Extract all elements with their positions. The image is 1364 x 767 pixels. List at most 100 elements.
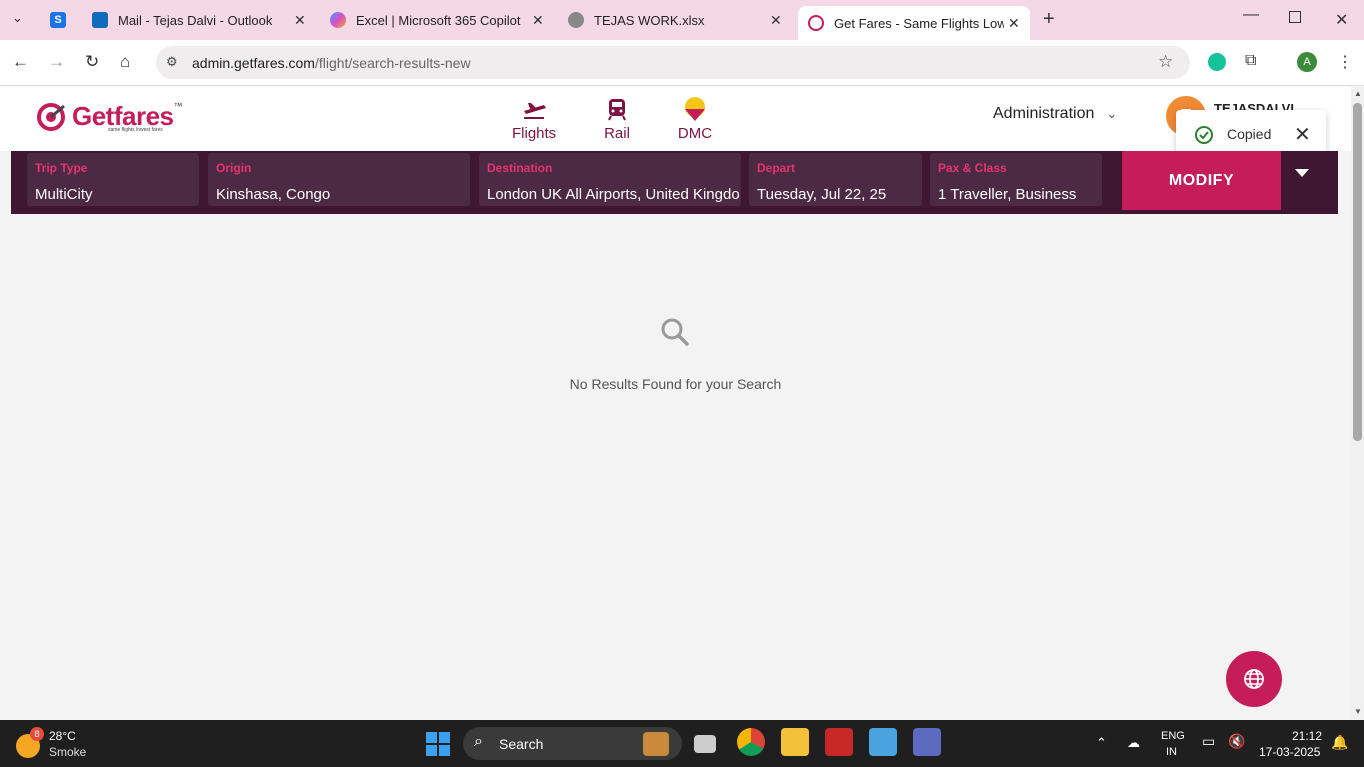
field-value: Tuesday, Jul 22, 25 <box>757 186 887 203</box>
bookmark-star-icon[interactable]: ☆ <box>1158 52 1173 72</box>
close-icon[interactable]: ✕ <box>1294 122 1311 147</box>
back-icon[interactable]: ← <box>12 52 29 72</box>
trip-type-field[interactable]: Trip Type MultiCity <box>27 153 199 206</box>
notifications-icon[interactable]: 🔔 <box>1331 734 1348 751</box>
minimize-icon[interactable]: — <box>1243 6 1259 24</box>
browser-tab-excel[interactable]: Excel | Microsoft 365 Copilot ✕ <box>330 0 552 40</box>
taskbar-search[interactable]: ⌕ Search <box>463 727 682 760</box>
close-window-icon[interactable]: ✕ <box>1335 10 1348 30</box>
profile-avatar[interactable]: A <box>1297 52 1317 72</box>
new-tab-icon[interactable]: + <box>1043 8 1055 31</box>
weather-condition: Smoke <box>49 745 87 759</box>
browser-tab-outlook[interactable]: Mail - Tejas Dalvi - Outlook ✕ <box>92 0 314 40</box>
destination-field[interactable]: Destination London UK All Airports, Unit… <box>479 153 741 206</box>
address-bar[interactable]: ⚙ admin.getfares.com/flight/search-resul… <box>156 46 1190 79</box>
s-icon: S <box>50 12 66 28</box>
field-label: Pax & Class <box>938 161 1007 175</box>
chevron-down-icon: ⌄ <box>1106 106 1118 121</box>
dmc-icon <box>685 97 705 121</box>
administration-label: Administration <box>993 105 1095 122</box>
weather-widget[interactable]: 8 28°C Smoke <box>16 727 86 759</box>
administration-menu[interactable]: Administration ⌄ <box>993 105 1117 123</box>
onedrive-icon[interactable]: ☁ <box>1127 735 1140 751</box>
page-scrollbar[interactable]: ▲ ▼ <box>1351 87 1364 720</box>
nav-flights[interactable]: Flights <box>512 97 556 142</box>
check-circle-icon <box>1195 126 1213 144</box>
site-header: Getfares ™ same flights lowest fares Fli… <box>0 87 1351 158</box>
extensions-icon[interactable]: ⧉ <box>1245 52 1256 70</box>
nav-dmc[interactable]: DMC <box>677 97 713 142</box>
chrome-icon[interactable] <box>737 728 765 756</box>
logo-tagline: same flights lowest fares <box>108 127 163 133</box>
language-bottom[interactable]: IN <box>1166 746 1177 758</box>
site-info-icon[interactable]: ⚙ <box>166 54 178 70</box>
tab-list-chevron-icon[interactable]: ⌄ <box>12 10 23 26</box>
getfares-icon <box>808 15 824 31</box>
field-label: Depart <box>757 161 796 175</box>
search-summary-bar: Trip Type MultiCity Origin Kinshasa, Con… <box>11 151 1338 214</box>
nav-label: Flights <box>512 125 557 142</box>
field-value: Kinshasa, Congo <box>216 186 331 203</box>
close-tab-icon[interactable]: ✕ <box>294 12 306 29</box>
train-icon <box>608 99 626 121</box>
field-value: MultiCity <box>35 186 93 203</box>
browser-tab-getfares[interactable]: Get Fares - Same Flights Lowest ✕ <box>798 6 1030 40</box>
outlook-icon <box>92 12 108 28</box>
modify-button[interactable]: MODIFY <box>1122 151 1281 210</box>
reload-icon[interactable]: ↻ <box>85 52 99 72</box>
calculator-icon[interactable] <box>913 728 941 756</box>
url-path: /flight/search-results-new <box>314 54 471 71</box>
scroll-down-icon[interactable]: ▼ <box>1354 707 1362 716</box>
caret-down-icon[interactable] <box>1295 169 1309 177</box>
scrollbar-thumb[interactable] <box>1353 103 1362 441</box>
toast-label: Copied <box>1227 126 1272 142</box>
close-tab-icon[interactable]: ✕ <box>770 12 782 29</box>
tab-title: Mail - Tejas Dalvi - Outlook <box>118 12 273 28</box>
close-tab-icon[interactable]: ✕ <box>532 12 544 29</box>
network-icon[interactable]: ▭ <box>1202 733 1215 750</box>
nav-label: Rail <box>604 125 630 142</box>
browser-tab-s[interactable]: S <box>50 0 80 40</box>
field-value: 1 Traveller, Business <box>938 186 1077 203</box>
red-app-icon[interactable] <box>825 728 853 756</box>
clock-time[interactable]: 21:12 <box>1292 729 1322 743</box>
search-icon: ⌕ <box>474 733 483 750</box>
getfares-logo[interactable]: Getfares ™ same flights lowest fares <box>36 101 183 133</box>
depart-field[interactable]: Depart Tuesday, Jul 22, 25 <box>749 153 922 206</box>
home-icon[interactable]: ⌂ <box>120 52 130 72</box>
taskbar-search-label: Search <box>499 736 544 752</box>
scroll-up-icon[interactable]: ▲ <box>1354 89 1362 98</box>
search-highlight-icon <box>643 732 669 756</box>
getfares-logo-icon <box>37 102 65 131</box>
notepad-icon[interactable] <box>869 728 897 756</box>
windows-start-icon[interactable] <box>426 732 450 756</box>
language-top[interactable]: ENG <box>1161 730 1185 742</box>
task-view-icon[interactable] <box>694 735 716 753</box>
weather-badge: 8 <box>30 727 44 741</box>
tab-title: TEJAS WORK.xlsx <box>594 12 705 28</box>
tab-title: Get Fares - Same Flights Lowest <box>834 15 1004 31</box>
temperature: 28°C <box>49 729 76 743</box>
forward-icon[interactable]: → <box>48 52 65 72</box>
browser-tab-tejas-work[interactable]: TEJAS WORK.xlsx ✕ <box>568 0 790 40</box>
tab-title: Excel | Microsoft 365 Copilot <box>356 12 521 28</box>
clock-date[interactable]: 17-03-2025 <box>1259 745 1320 759</box>
url-text[interactable]: admin.getfares.com/flight/search-results… <box>192 55 471 71</box>
copilot-icon <box>330 12 346 28</box>
close-tab-icon[interactable]: ✕ <box>1008 15 1020 32</box>
restore-icon[interactable] <box>1289 11 1301 23</box>
search-icon <box>661 318 689 346</box>
file-explorer-icon[interactable] <box>781 728 809 756</box>
origin-field[interactable]: Origin Kinshasa, Congo <box>208 153 470 206</box>
nav-rail[interactable]: Rail <box>600 97 634 142</box>
show-hidden-icons-icon[interactable]: ⌃ <box>1096 735 1107 751</box>
field-label: Trip Type <box>35 161 88 175</box>
field-label: Destination <box>487 161 553 175</box>
browser-toolbar: ← → ↻ ⌂ ⚙ admin.getfares.com/flight/sear… <box>0 40 1364 86</box>
browser-menu-icon[interactable]: ⋮ <box>1337 52 1353 72</box>
globe-icon <box>568 12 584 28</box>
grammarly-icon[interactable] <box>1208 53 1226 71</box>
volume-muted-icon[interactable]: 🔇 <box>1228 733 1245 750</box>
pax-class-field[interactable]: Pax & Class 1 Traveller, Business <box>930 153 1102 206</box>
language-globe-button[interactable] <box>1226 651 1282 707</box>
